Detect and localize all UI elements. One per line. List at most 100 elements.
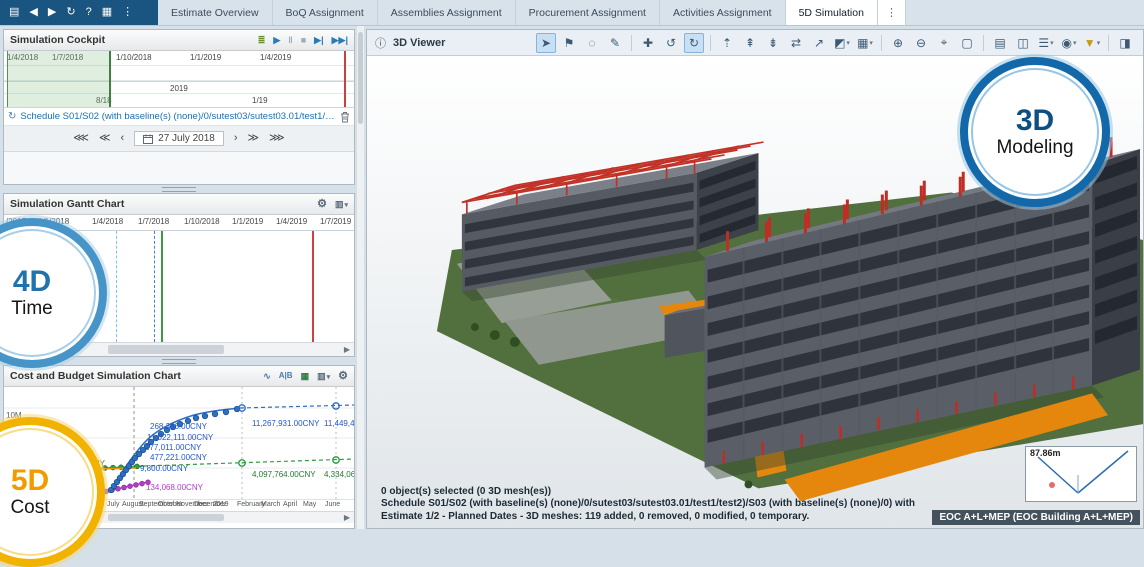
filter-icon[interactable]: ▼ ▾	[1082, 33, 1102, 53]
compare-ab-icon[interactable]: A|B	[279, 372, 293, 380]
current-date-field[interactable]: 27 July 2018	[134, 131, 224, 146]
info-icon[interactable]: ⓘ	[375, 35, 386, 51]
simulation-date-line	[161, 231, 163, 342]
forward-button[interactable]: ›	[234, 133, 238, 144]
view-list-icon[interactable]: ☰ ▾	[1036, 33, 1056, 53]
delete-schedule-icon[interactable]	[340, 111, 350, 123]
camera-views-icon[interactable]: ◉ ▾	[1059, 33, 1079, 53]
value-label: 477,221.00CNY	[150, 453, 207, 462]
fly-mode-icon[interactable]: ↗	[809, 33, 829, 53]
play-button[interactable]: ▶	[273, 35, 280, 45]
sync-icon[interactable]: ↻	[66, 7, 75, 18]
tab-overflow-icon[interactable]: ⋮	[877, 0, 906, 25]
scrollbar-thumb[interactable]	[358, 32, 363, 124]
scroll-right-icon[interactable]: ▶	[340, 513, 354, 522]
value-label: 277,011.00CNY	[145, 443, 202, 452]
viewer-status-text: 0 object(s) selected (0 3D mesh(es)) Sch…	[381, 486, 941, 524]
value-label: 268,366.00CNY	[150, 422, 207, 431]
avatar-view-icon[interactable]: ◩ ▾	[832, 33, 852, 53]
splitter-grip[interactable]	[162, 358, 196, 364]
cost-settings-icon[interactable]: ⚙	[338, 370, 348, 382]
simulation-gantt-panel: Simulation Gantt Chart ⚙ ▥▾ /2017 1/1/20…	[3, 193, 355, 357]
side-panel-icon[interactable]: ◨	[1115, 33, 1135, 53]
refresh-schedule-icon[interactable]: ↻	[8, 111, 16, 122]
go-first-button[interactable]: ⋘	[73, 133, 89, 144]
tab-procurement-assignment[interactable]: Procurement Assignment	[516, 0, 660, 25]
lasso-select-icon[interactable]: ◌	[582, 33, 602, 53]
navigation-compass[interactable]: 87.86m	[1025, 446, 1137, 502]
export-excel-icon[interactable]: ▦	[301, 371, 310, 381]
scrollbar-thumb[interactable]	[108, 345, 225, 354]
value-label: 11,267,931.00CNY	[252, 419, 320, 428]
curve-options-icon[interactable]: ∿	[263, 371, 271, 381]
tick-label: 1/1/2019	[190, 53, 222, 62]
stop-button[interactable]: ■	[301, 35, 306, 45]
apps-menu-icon[interactable]: ⋮	[122, 7, 133, 18]
flag-select-icon[interactable]: ⚑	[559, 33, 579, 53]
simulation-export-icon[interactable]: ≣	[258, 35, 266, 45]
cost-chart-area[interactable]: 10M 268,366.00CNY 11,267,931.00CNY 11,44…	[4, 387, 354, 499]
back-icon[interactable]: ◀	[29, 7, 37, 18]
jump-to-end-button[interactable]: ▶▶|	[332, 35, 348, 45]
gantt-chart-area[interactable]	[4, 231, 354, 342]
map-view-icon[interactable]: ▤	[990, 33, 1010, 53]
cockpit-timeline[interactable]: 1/4/2018 1/7/2018 1/10/2018 1/1/2019 1/4…	[4, 51, 354, 108]
help-icon[interactable]: ?	[86, 7, 92, 18]
tab-assemblies-assignment[interactable]: Assemblies Assignment	[378, 0, 516, 25]
rotate-icon[interactable]: ↻	[684, 32, 704, 53]
schedule-status: Schedule S01/S02 (with baseline(s) (none…	[381, 498, 916, 522]
brush-select-icon[interactable]: ✎	[605, 33, 625, 53]
level-up-icon[interactable]: ⇞	[740, 33, 760, 53]
viewport-layout-icon[interactable]: ▦ ▾	[855, 33, 875, 53]
3d-viewport[interactable]: 0 object(s) selected (0 3D mesh(es)) Sch…	[367, 56, 1143, 528]
value-label: 11,449,419.00	[324, 419, 354, 428]
walk-icon[interactable]: ⇡	[717, 33, 737, 53]
schedule-link[interactable]: Schedule S01/S02 (with baseline(s) (none…	[20, 111, 336, 122]
tab-activities-assignment[interactable]: Activities Assignment	[660, 0, 786, 25]
zoom-window-icon[interactable]: ⌖	[934, 33, 954, 53]
tick-label: 1/4/2019	[260, 53, 292, 62]
month-label: June	[325, 501, 341, 508]
section-box-icon[interactable]: ◫	[1013, 33, 1033, 53]
simulation-date-navigator: ⋘ ≪ ‹ 27 July 2018 › ≫ ⋙	[4, 126, 354, 152]
splitter-grip[interactable]	[162, 186, 196, 192]
pause-button[interactable]: ‖	[288, 35, 292, 45]
scroll-left-icon[interactable]: ◀	[4, 345, 18, 354]
pan-icon[interactable]: ✚	[638, 33, 658, 53]
scrollbar-track[interactable]	[18, 512, 340, 523]
zoom-out-icon[interactable]: ⊖	[911, 33, 931, 53]
simulation-cockpit-panel: Simulation Cockpit ≣ ▶ ‖ ■ ▶| ▶▶| 1/4/20…	[3, 29, 355, 185]
dropdown-arrow-icon: ▾	[846, 39, 850, 47]
tab-5d-simulation[interactable]: 5D Simulation	[785, 0, 878, 25]
fast-back-button[interactable]: ≪	[99, 133, 111, 144]
select-arrow-icon[interactable]: ➤	[536, 32, 556, 53]
3d-viewer-header: ⓘ 3D Viewer ➤ ⚑ ◌ ✎ ✚ ↺ ↻ ⇡ ⇞ ⇟ ⇄ ↗ ◩ ▾ ▦…	[367, 30, 1143, 56]
fast-forward-button[interactable]: ≫	[248, 133, 260, 144]
forward-icon[interactable]: ▶	[48, 7, 56, 18]
save-icon[interactable]: ▤	[9, 7, 19, 18]
gantt-options-icon[interactable]: ▥▾	[335, 199, 348, 209]
zoom-fit-icon[interactable]: ▢	[957, 33, 977, 53]
left-column-scrollbar[interactable]	[356, 26, 364, 529]
cost-budget-panel: Cost and Budget Simulation Chart ∿ A|B ▦…	[3, 365, 355, 529]
toolbar-separator	[881, 34, 882, 51]
chart-type-icon[interactable]: ▥▾	[317, 371, 330, 381]
zoom-in-icon[interactable]: ⊕	[888, 33, 908, 53]
scroll-left-icon[interactable]: ◀	[4, 513, 18, 522]
calendar-icon[interactable]: ▦	[102, 7, 112, 18]
tab-estimate-overview[interactable]: Estimate Overview	[158, 0, 273, 25]
scrollbar-track[interactable]	[18, 343, 340, 356]
level-down-icon[interactable]: ⇟	[763, 33, 783, 53]
swap-view-icon[interactable]: ⇄	[786, 33, 806, 53]
step-forward-button[interactable]: ▶|	[314, 35, 323, 45]
year-label: 2019	[170, 84, 188, 93]
current-date-label: 27 July 2018	[158, 133, 215, 144]
gantt-settings-icon[interactable]: ⚙	[317, 198, 327, 210]
go-last-button[interactable]: ⋙	[269, 133, 285, 144]
back-button[interactable]: ‹	[120, 133, 124, 144]
left-panel-column: Simulation Cockpit ≣ ▶ ‖ ■ ▶| ▶▶| 1/4/20…	[0, 26, 364, 529]
tab-boq-assignment[interactable]: BoQ Assignment	[273, 0, 378, 25]
scrollbar-thumb[interactable]	[108, 514, 225, 521]
orbit-icon[interactable]: ↺	[661, 33, 681, 53]
scroll-right-icon[interactable]: ▶	[340, 345, 354, 354]
